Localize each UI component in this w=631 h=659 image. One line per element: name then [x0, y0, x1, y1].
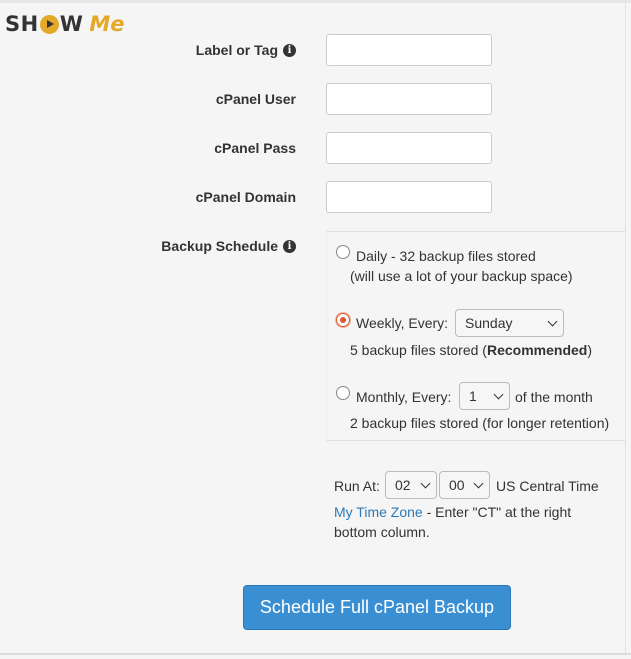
- monthly-day-value: 1: [469, 388, 477, 404]
- logo-show-text-end: W: [59, 12, 84, 36]
- monthly-note: 2 backup files stored (for longer retent…: [350, 415, 610, 431]
- right-border: [625, 0, 626, 655]
- logo-show-text: SH: [5, 12, 39, 36]
- showme-logo: SH W Me: [5, 10, 125, 38]
- hour-select[interactable]: 02: [385, 471, 437, 499]
- daily-radio[interactable]: [336, 245, 350, 259]
- recommended-text: Recommended: [486, 342, 588, 358]
- cpanel-pass-input[interactable]: [326, 132, 492, 164]
- weekly-note-prefix: 5 backup files stored (: [350, 342, 487, 358]
- timezone-text: US Central Time: [496, 478, 599, 494]
- weekly-day-select[interactable]: Sunday: [455, 309, 564, 337]
- chevron-down-icon: [473, 478, 484, 489]
- bottom-border: [0, 653, 631, 655]
- cpanel-pass-text: cPanel Pass: [214, 140, 296, 156]
- play-icon: [39, 14, 59, 34]
- label-or-tag-label: Label or Tag i: [196, 42, 296, 58]
- cpanel-pass-label: cPanel Pass: [214, 140, 296, 156]
- backup-schedule-label: Backup Schedule i: [161, 238, 296, 254]
- info-circle-icon[interactable]: i: [283, 43, 296, 57]
- top-border: [0, 0, 631, 3]
- my-time-zone-link[interactable]: My Time Zone: [334, 504, 423, 520]
- chevron-down-icon: [493, 389, 504, 400]
- chevron-down-icon: [420, 478, 431, 489]
- minute-value: 00: [449, 477, 465, 493]
- cpanel-user-label: cPanel User: [216, 91, 296, 107]
- label-or-tag-text: Label or Tag: [195, 42, 278, 58]
- weekly-label: Weekly, Every:: [356, 315, 449, 331]
- cpanel-user-input[interactable]: [326, 83, 492, 115]
- minute-select[interactable]: 00: [439, 471, 490, 499]
- schedule-backup-button[interactable]: Schedule Full cPanel Backup: [243, 585, 511, 630]
- cpanel-domain-input[interactable]: [326, 181, 492, 213]
- hour-value: 02: [395, 477, 411, 493]
- daily-label: Daily - 32 backup files stored: [356, 248, 536, 264]
- chevron-down-icon: [547, 316, 558, 327]
- monthly-suffix: of the month: [515, 389, 593, 405]
- label-or-tag-input[interactable]: [326, 34, 492, 66]
- monthly-radio[interactable]: [336, 386, 350, 400]
- weekly-radio[interactable]: [336, 313, 350, 327]
- monthly-day-select[interactable]: 1: [459, 382, 510, 410]
- cpanel-domain-text: cPanel Domain: [195, 189, 296, 205]
- timezone-note-text: - Enter "CT" at the right: [422, 504, 572, 520]
- run-at-label: Run At:: [334, 478, 380, 494]
- info-circle-icon[interactable]: i: [283, 239, 296, 253]
- weekly-note-suffix: ): [587, 342, 592, 358]
- monthly-label: Monthly, Every:: [356, 389, 452, 405]
- cpanel-user-text: cPanel User: [215, 91, 296, 107]
- logo-me-text: Me: [89, 12, 125, 36]
- weekly-note: 5 backup files stored (Recommended): [350, 342, 592, 358]
- cpanel-domain-label: cPanel Domain: [196, 189, 296, 205]
- weekly-day-value: Sunday: [465, 315, 513, 331]
- daily-note: (will use a lot of your backup space): [350, 268, 573, 284]
- timezone-note-line2: bottom column.: [334, 524, 430, 540]
- timezone-note: My Time Zone - Enter "CT" at the right: [334, 504, 571, 520]
- backup-schedule-text: Backup Schedule: [161, 238, 278, 254]
